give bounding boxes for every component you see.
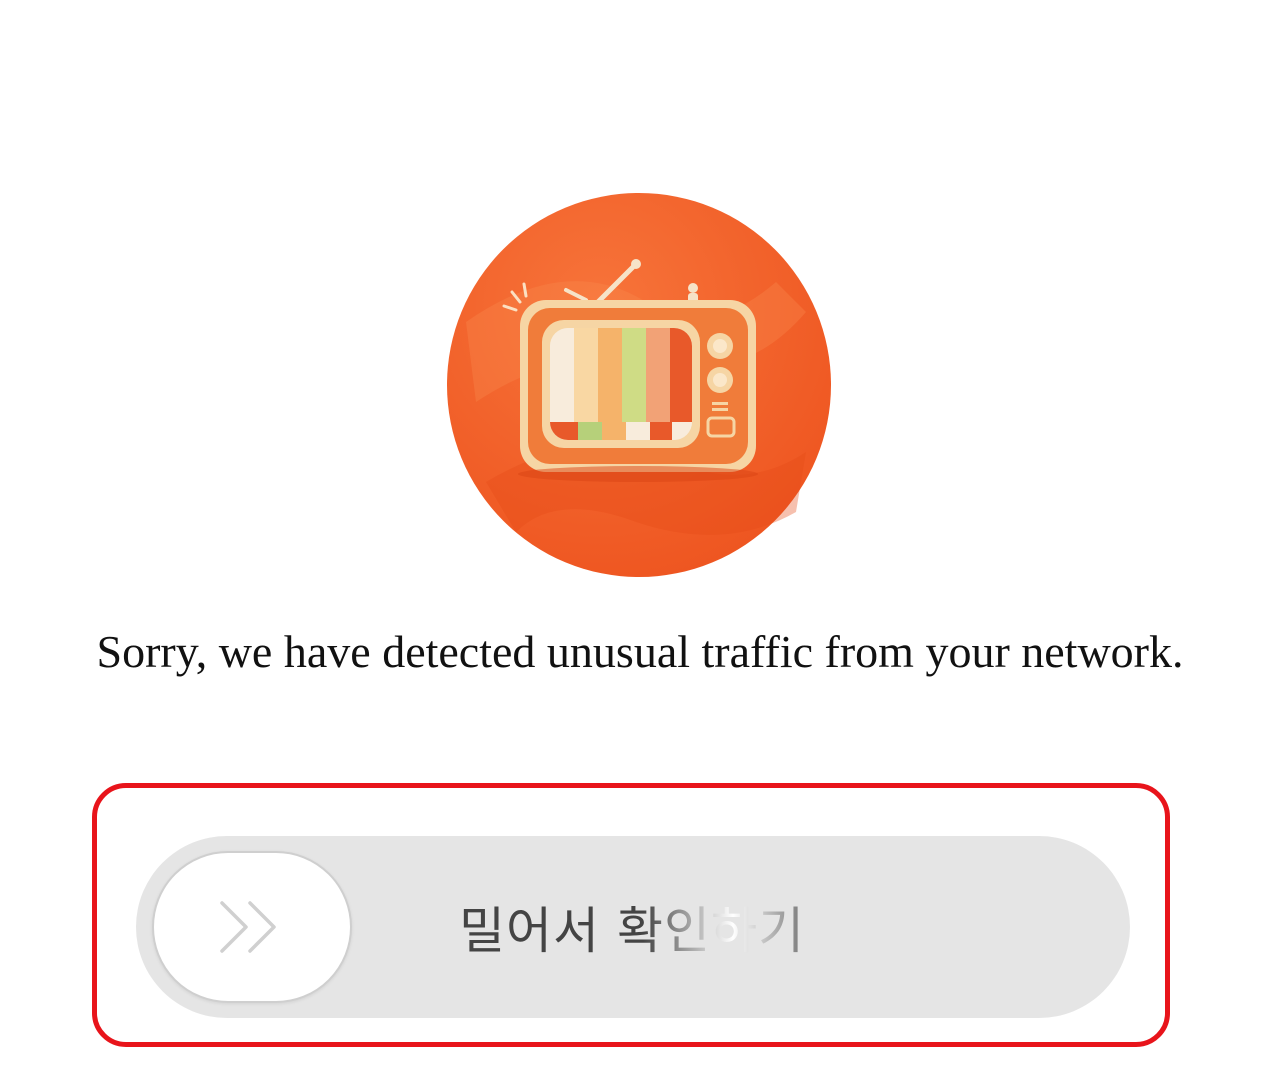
slide-to-verify-handle[interactable] xyxy=(152,851,352,1003)
verification-page: Sorry, we have detected unusual traffic … xyxy=(0,0,1280,1079)
double-chevron-right-icon xyxy=(216,895,288,959)
slide-to-verify-label: 밀어서 확인하기 xyxy=(352,836,912,1018)
unusual-traffic-message: Sorry, we have detected unusual traffic … xyxy=(96,626,1184,677)
retro-tv-icon xyxy=(446,192,832,578)
